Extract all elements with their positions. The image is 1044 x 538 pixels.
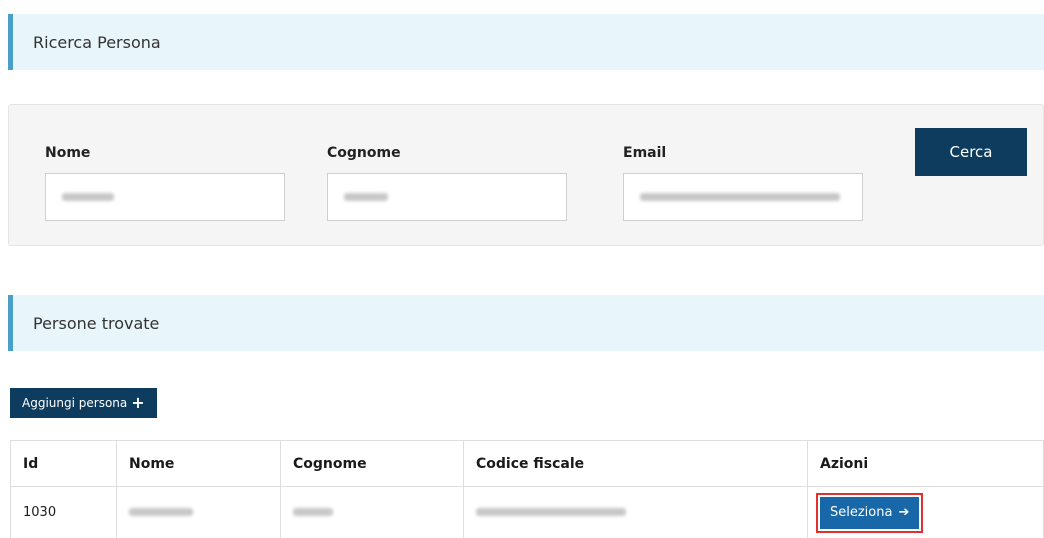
- table-header-row: Id Nome Cognome Codice fiscale Azioni: [10, 440, 1044, 487]
- results-section-header: Persone trovate: [8, 295, 1044, 351]
- plus-icon: +: [131, 393, 145, 412]
- email-input[interactable]: [623, 173, 863, 221]
- email-field: Email: [623, 145, 863, 221]
- codice-fiscale-value-redacted: [476, 508, 626, 516]
- cognome-input-value-redacted: [344, 193, 388, 201]
- nome-field: Nome: [45, 145, 285, 221]
- header-azioni: Azioni: [807, 440, 1044, 487]
- table-row: 1030 Seleziona ➔: [10, 486, 1044, 538]
- cognome-field: Cognome: [327, 145, 567, 221]
- header-codice-fiscale: Codice fiscale: [463, 440, 808, 487]
- cell-codice-fiscale: [463, 486, 808, 538]
- cell-cognome: [280, 486, 464, 538]
- cognome-label: Cognome: [327, 145, 401, 161]
- email-label: Email: [623, 145, 667, 161]
- arrow-right-icon: ➔: [898, 505, 910, 520]
- nome-input[interactable]: [45, 173, 285, 221]
- nome-label: Nome: [45, 145, 91, 161]
- results-table: Id Nome Cognome Codice fiscale Azioni 10…: [10, 440, 1044, 538]
- cell-azioni: Seleziona ➔: [807, 486, 1044, 538]
- search-section-header: Ricerca Persona: [8, 14, 1044, 70]
- header-id: Id: [10, 440, 117, 487]
- header-cognome: Cognome: [280, 440, 464, 487]
- seleziona-label: Seleziona: [830, 505, 893, 520]
- email-input-value-redacted: [640, 193, 840, 201]
- nome-input-value-redacted: [62, 193, 114, 201]
- nome-value-redacted: [129, 508, 193, 516]
- cerca-button[interactable]: Cerca: [915, 128, 1027, 176]
- cognome-value-redacted: [293, 508, 333, 516]
- cell-nome: [116, 486, 281, 538]
- results-section-title: Persone trovate: [33, 313, 160, 333]
- seleziona-button[interactable]: Seleziona ➔: [815, 492, 924, 533]
- cognome-input[interactable]: [327, 173, 567, 221]
- search-panel: Nome Cognome Email Cerca: [8, 104, 1044, 246]
- header-nome: Nome: [116, 440, 281, 487]
- aggiungi-persona-button[interactable]: Aggiungi persona +: [10, 388, 157, 418]
- search-section-title: Ricerca Persona: [33, 32, 161, 52]
- aggiungi-persona-label: Aggiungi persona: [22, 396, 128, 410]
- cell-id: 1030: [10, 486, 117, 538]
